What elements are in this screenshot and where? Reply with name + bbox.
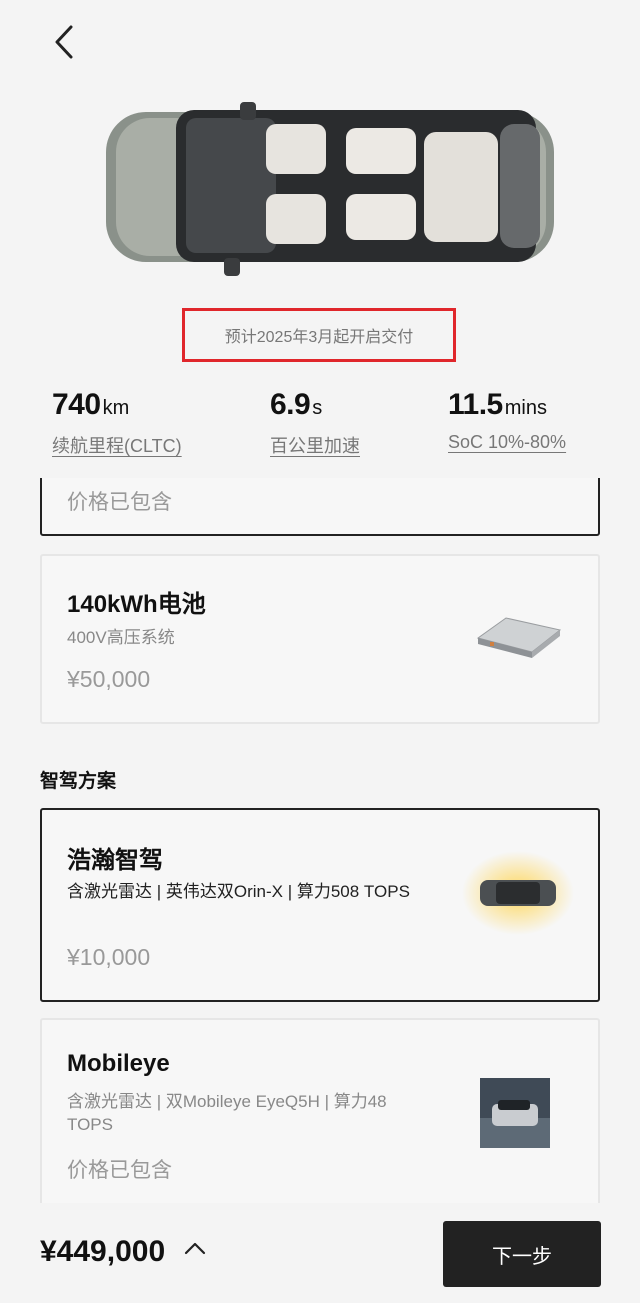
stat-acceleration-label[interactable]: 百公里加速 bbox=[270, 432, 360, 458]
bottom-bar: ¥449,000 下一步 bbox=[0, 1203, 640, 1303]
stat-charging-label[interactable]: SoC 10%-80% bbox=[448, 432, 566, 453]
stat-range-label[interactable]: 续航里程(CLTC) bbox=[52, 432, 182, 458]
stat-acceleration-value: 6.9 bbox=[270, 388, 311, 421]
delivery-notice-text: 预计2025年3月起开启交付 bbox=[224, 329, 414, 346]
adas-haohan-title: 浩瀚智驾 bbox=[67, 847, 163, 874]
delivery-notice: 预计2025年3月起开启交付 bbox=[182, 308, 456, 362]
back-button[interactable] bbox=[44, 22, 84, 62]
spec-stats: 740 km 续航里程(CLTC) 6.9 s 百公里加速 11.5 mins SoC… bbox=[0, 388, 640, 468]
total-price: ¥449,000 bbox=[40, 1235, 166, 1268]
mobileye-car-image bbox=[480, 1078, 550, 1148]
battery-pack-image bbox=[476, 617, 562, 658]
adas-option-mobileye[interactable]: Mobileye 含激光雷达 | 双Mobileye EyeQ5H | 算力48… bbox=[40, 1018, 600, 1203]
stat-acceleration-unit: s bbox=[312, 397, 323, 419]
adas-mobileye-desc: 含激光雷达 | 双Mobileye EyeQ5H | 算力48 TOPS bbox=[67, 1092, 387, 1134]
option-card-partial[interactable]: 价格已包含 bbox=[40, 478, 600, 536]
adas-mobileye-title: Mobileye bbox=[67, 1050, 170, 1077]
stat-charging-unit: mins bbox=[504, 397, 547, 419]
battery-option-card[interactable]: 140kWh电池 400V高压系统 ¥50,000 bbox=[40, 554, 600, 724]
next-step-button[interactable]: 下一步 bbox=[443, 1221, 601, 1287]
stat-range: 740 km 续航里程(CLTC) bbox=[52, 388, 182, 458]
chevron-up-icon[interactable] bbox=[184, 1241, 206, 1255]
chevron-left-icon bbox=[55, 25, 73, 59]
adas-haohan-price: ¥10,000 bbox=[67, 944, 151, 970]
stat-acceleration: 6.9 s 百公里加速 bbox=[270, 388, 360, 458]
lidar-car-image bbox=[462, 851, 574, 935]
battery-title: 140kWh电池 bbox=[67, 591, 206, 618]
stat-range-unit: km bbox=[102, 397, 130, 419]
adas-haohan-desc: 含激光雷达 | 英伟达双Orin-X | 算力508 TOPS bbox=[67, 882, 410, 901]
adas-mobileye-price: 价格已包含 bbox=[67, 1159, 172, 1182]
stat-charging-value: 11.5 bbox=[448, 388, 503, 421]
adas-section-title: 智驾方案 bbox=[40, 771, 117, 792]
battery-price: ¥50,000 bbox=[67, 666, 151, 692]
adas-option-haohan[interactable]: 浩瀚智驾 含激光雷达 | 英伟达双Orin-X | 算力508 TOPS ¥10… bbox=[40, 808, 600, 1002]
stat-range-value: 740 bbox=[52, 388, 101, 421]
stat-charging: 11.5 mins SoC 10%-80% bbox=[448, 388, 566, 453]
option-card-partial-price: 价格已包含 bbox=[67, 491, 172, 514]
car-top-view-image bbox=[100, 80, 560, 290]
options-list[interactable]: 价格已包含 140kWh电池 400V高压系统 ¥50,000 智驾方案 浩瀚智… bbox=[0, 478, 640, 1203]
battery-subtitle: 400V高压系统 bbox=[67, 628, 175, 647]
